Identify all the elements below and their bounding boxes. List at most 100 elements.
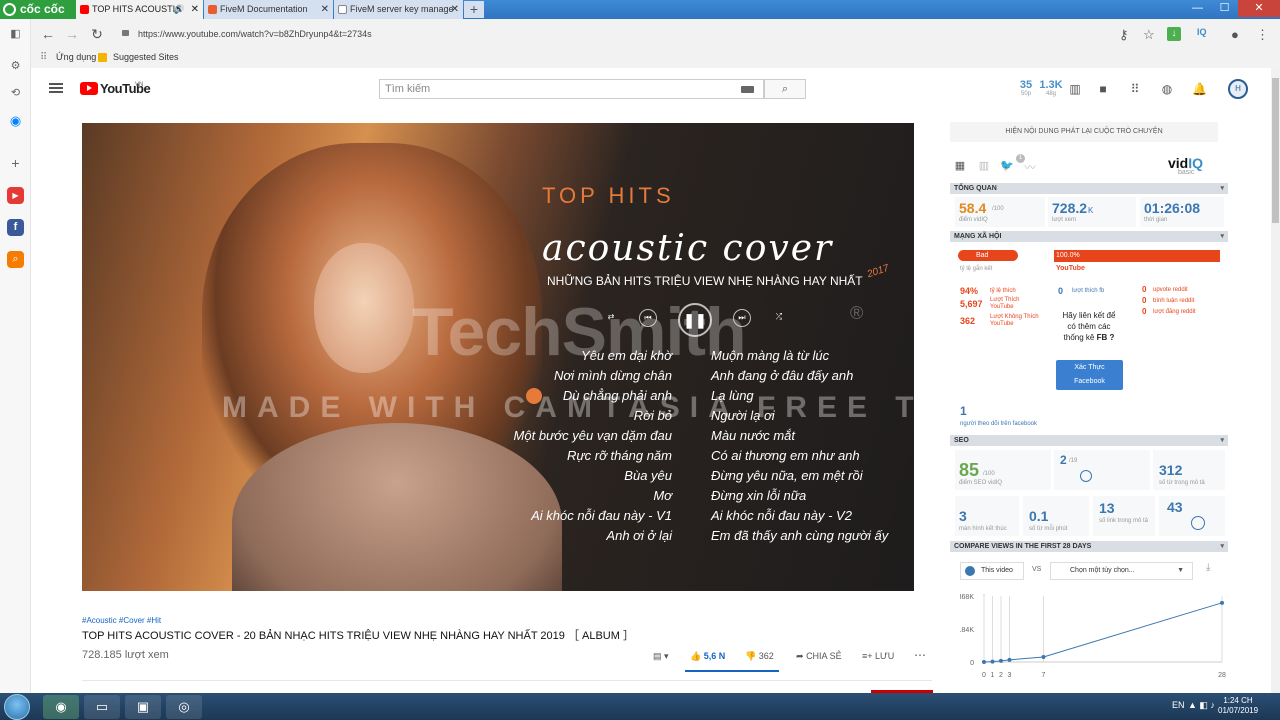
messages-icon[interactable]: ◍ (1160, 82, 1174, 96)
minimize-button[interactable]: — (1184, 0, 1211, 17)
section-compare-views-header[interactable]: COMPARE VIEWS IN THE FIRST 28 DAYS (950, 541, 1228, 552)
apps-grid-icon[interactable]: ⠿ (40, 52, 47, 63)
video-player[interactable]: TOP HITS acoustic cover NHỮNG BẢN HITS T… (82, 123, 914, 591)
add-panel-icon[interactable]: + (7, 155, 24, 172)
video-subtitle: NHỮNG BẢN HITS TRIỆU VIEW NHẸ NHÀNG HAY … (547, 274, 863, 288)
sidebar-toggle-icon[interactable]: ◧ (7, 26, 24, 43)
section-seo-header[interactable]: SEO (950, 435, 1228, 446)
avatar[interactable]: H (1228, 79, 1248, 99)
section-overview-header[interactable]: TỔNG QUAN (950, 183, 1228, 194)
tab-fivem-docs[interactable]: FiveM Documentation ✕ (204, 0, 333, 19)
settings-gear-icon[interactable]: ⚙ (7, 58, 24, 75)
tab-close-icon[interactable]: ✕ (451, 0, 459, 19)
apps-icon[interactable]: ⠿ (1128, 82, 1142, 96)
taskbar-clock[interactable]: 1:24 CH 01/07/2019 (1218, 696, 1258, 716)
yt-likes-value: 5,697 (960, 299, 983, 309)
tab-close-icon[interactable]: ✕ (191, 0, 199, 19)
audio-playing-icon[interactable]: 🔊 (174, 0, 185, 19)
facebook-panel-icon[interactable]: f (7, 219, 24, 236)
tray-lang[interactable]: EN (1172, 700, 1185, 710)
taskbar-obs-icon[interactable]: ◎ (166, 695, 202, 719)
endscreens-card: 3 màn hình kết thúc (955, 496, 1019, 536)
track-right-item: Đừng yêu nữa, em mệt rồi (711, 468, 863, 483)
track-right-item: Lạ lùng (711, 388, 754, 403)
hamburger-menu-icon[interactable] (49, 83, 63, 93)
tab-fivem-keys[interactable]: FiveM server key manage ✕ (334, 0, 463, 19)
like-count: 5,6 N (703, 651, 726, 661)
taskbar-coccoc-icon[interactable]: ◉ (43, 695, 79, 719)
pause-icon[interactable]: ❚❚ (678, 303, 712, 337)
add-to-playlist-icon[interactable]: ▤ ▾ (653, 651, 669, 662)
taskbar-app-icon[interactable]: ▣ (125, 695, 161, 719)
reload-icon[interactable]: ↻ (89, 26, 105, 43)
track-left-item: Rời bỏ (633, 408, 672, 423)
youtube-logo-icon[interactable] (80, 82, 98, 95)
download-chart-icon[interactable]: ⤓ (1206, 562, 1210, 573)
tray-icons[interactable]: ▲ ◧ ♪ (1188, 700, 1215, 711)
menu-dots-icon[interactable]: ⋮ (1256, 27, 1269, 43)
vidiq-score-max: /100 (992, 206, 1004, 212)
endscreens-label: màn hình kết thúc (959, 526, 1007, 532)
like-button[interactable]: 👍 5,6 N (690, 651, 725, 662)
search-input[interactable]: Tìm kiếm (379, 79, 764, 99)
seo-score-card: 85 /100 điểm SEO vidIQ (955, 450, 1051, 490)
verify-facebook-button[interactable]: Xác Thực Facebook (1056, 360, 1123, 390)
search-button[interactable]: ⌕ (764, 79, 806, 99)
search-panel-icon[interactable]: ⌕ (7, 251, 24, 268)
engagement-badge: Bad (958, 250, 1018, 261)
download-icon[interactable]: ↓ (1167, 27, 1181, 41)
stat-value: 1.3K (1039, 79, 1063, 91)
reddit-posts-label: lượt đăng reddit (1153, 309, 1196, 315)
new-tab-button[interactable]: + (464, 1, 484, 18)
tab-top-hits[interactable]: TOP HITS ACOUSTIC 🔊 ✕ (76, 0, 203, 19)
suggested-sites-icon (98, 53, 107, 62)
coccoc-logo-icon (3, 3, 16, 16)
youtube-panel-icon[interactable]: ▶ (7, 187, 24, 204)
track-left-item: Bùa yêu (624, 468, 672, 483)
vs-label: VS (1032, 566, 1042, 573)
description-links-card: 13 số link trong mô tả (1093, 496, 1155, 536)
bookmark-star-icon[interactable]: ☆ (1143, 27, 1155, 43)
start-button[interactable] (4, 694, 30, 720)
keyboard-icon[interactable] (741, 86, 754, 93)
vidiq-grid-icon[interactable]: ▦ (953, 159, 967, 173)
history-icon[interactable]: ⟲ (7, 85, 24, 102)
vidiq-twitter-icon[interactable]: 🐦 (1000, 159, 1014, 173)
vidiq-trend-icon[interactable]: 〰 (1023, 159, 1037, 174)
analytics-icon[interactable]: ▥ (1068, 82, 1082, 96)
track-left-item: Rực rỡ tháng năm (567, 448, 672, 463)
messenger-icon[interactable]: ◉ (7, 112, 24, 129)
back-icon[interactable]: ← (40, 26, 56, 42)
more-actions-icon[interactable]: ⋯ (914, 648, 926, 662)
section-social-header[interactable]: MẠNG XÃ HỘI (950, 231, 1228, 242)
url-field[interactable]: https://www.youtube.com/watch?v=b8ZhDryu… (114, 24, 1114, 44)
key-icon[interactable]: ⚷ (1119, 27, 1129, 43)
bookmark-apps[interactable]: Ứng dụng (56, 52, 96, 62)
save-label: LƯU (875, 651, 895, 661)
vidiq-chart-icon[interactable]: ▥ (977, 159, 991, 173)
video-hashtags[interactable]: #Acoustic #Cover #Hit (82, 616, 161, 625)
maximize-button[interactable]: ☐ (1211, 0, 1238, 17)
share-button[interactable]: ➦ CHIA SẺ (796, 651, 842, 662)
notifications-bell-icon[interactable]: 🔔 (1192, 82, 1207, 96)
close-window-button[interactable]: ✕ (1238, 0, 1280, 17)
video-subject-face (314, 243, 414, 373)
profile-icon[interactable]: ● (1231, 27, 1239, 42)
next-track-icon[interactable]: ⏭ (733, 309, 751, 327)
dislike-button[interactable]: 👎 362 (745, 651, 774, 662)
show-chat-replay-button[interactable]: HIỆN NỘI DUNG PHÁT LẠI CUỘC TRÒ CHUYỆN (950, 122, 1218, 142)
description-words-label: số từ trong mô tả (1159, 480, 1205, 486)
save-button[interactable]: ≡+ LƯU (862, 651, 894, 661)
compare-select[interactable]: Chọn một tùy chọn... ▼ (1050, 562, 1193, 580)
previous-track-icon[interactable]: ⏮ (639, 309, 657, 327)
shuffle-icon[interactable]: ⤮ (770, 309, 788, 327)
page-scrollbar-thumb[interactable] (1272, 78, 1279, 223)
upload-video-icon[interactable]: ■ (1096, 82, 1110, 96)
vidiq-extension-icon[interactable]: IQ (1197, 27, 1207, 37)
bookmark-suggested-sites[interactable]: Suggested Sites (113, 52, 179, 62)
taskbar-explorer-icon[interactable]: ▭ (84, 695, 120, 719)
tab-close-icon[interactable]: ✕ (321, 0, 329, 19)
chart-y-tick-label: 184K (960, 627, 974, 634)
forward-icon[interactable]: → (64, 26, 80, 42)
repeat-icon[interactable]: ⇄ (602, 309, 620, 327)
